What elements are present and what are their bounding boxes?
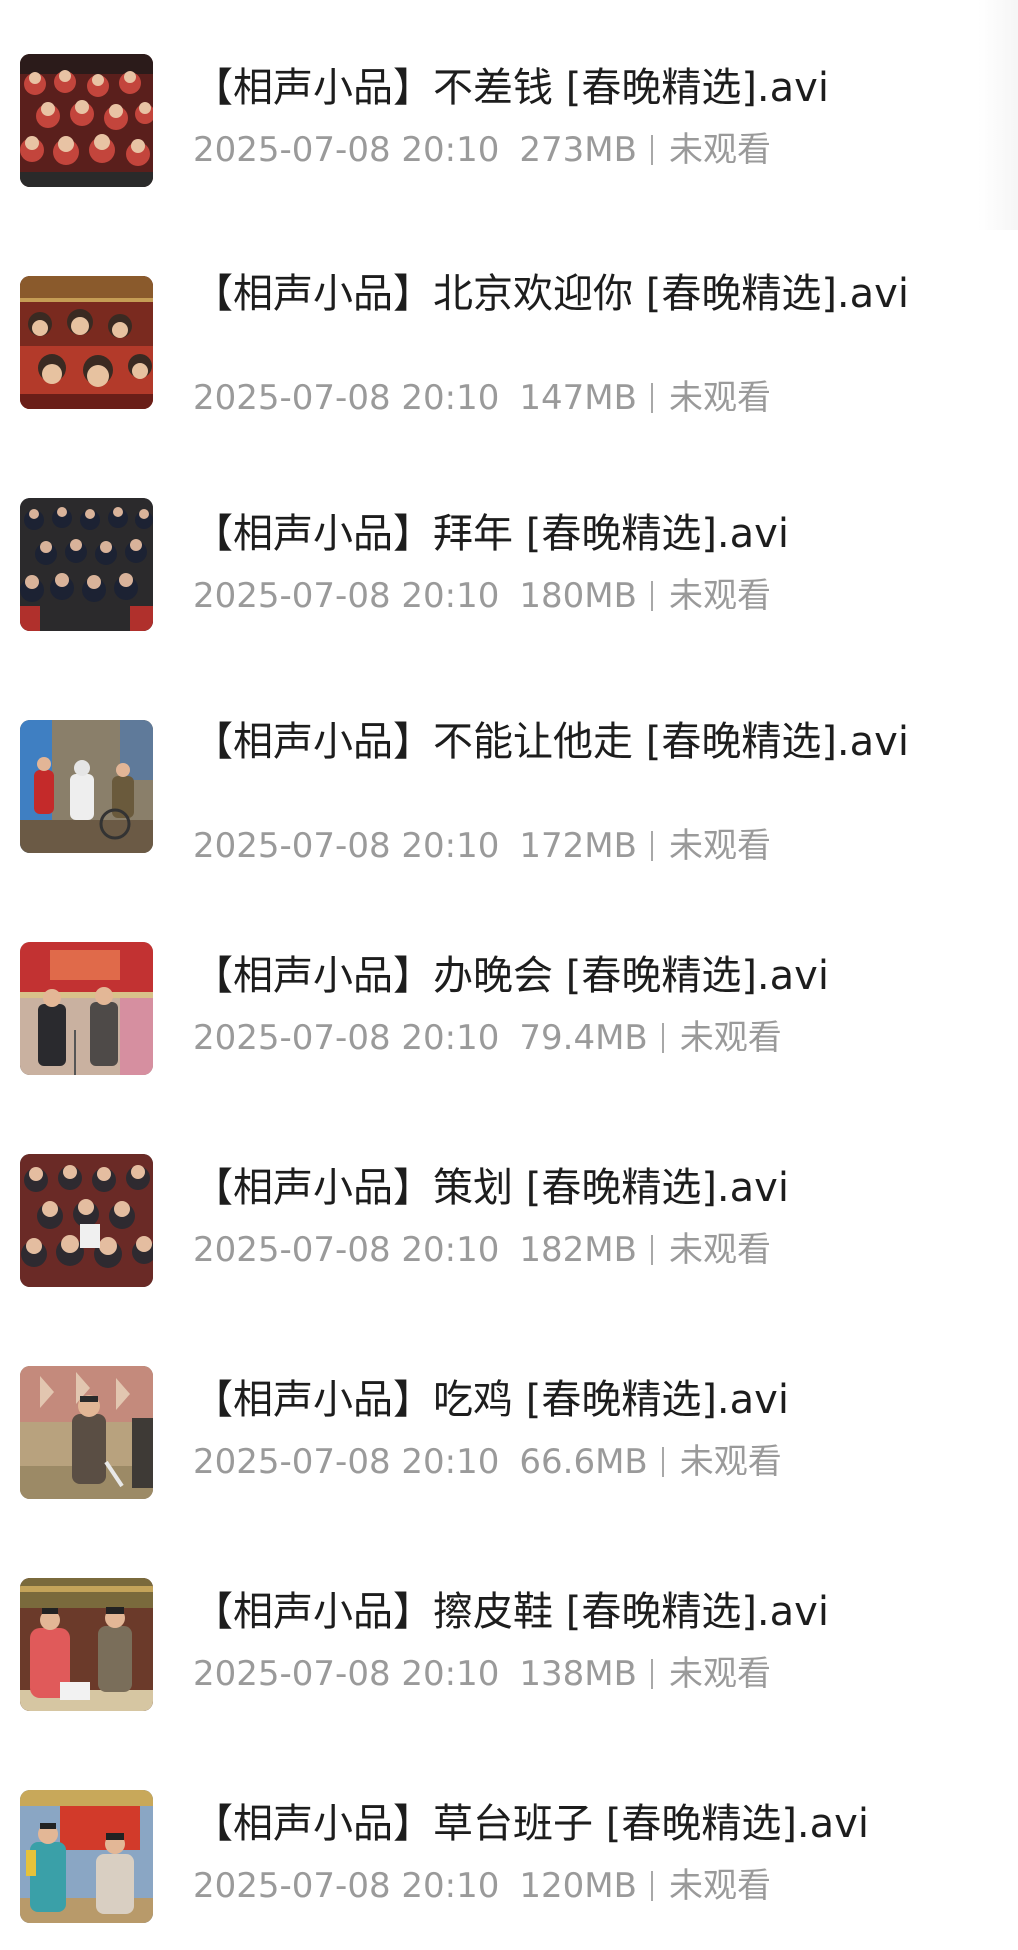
file-size: 172MB — [519, 826, 637, 866]
file-size: 182MB — [519, 1230, 637, 1270]
video-thumbnail-icon — [20, 942, 153, 1075]
file-name: 【相声小品】办晚会 [春晚精选].avi — [193, 953, 829, 999]
video-thumbnail-icon — [20, 1578, 153, 1711]
video-thumbnail-icon — [20, 276, 153, 409]
video-thumbnail-icon — [20, 1366, 153, 1499]
file-size: 120MB — [519, 1866, 637, 1906]
divider — [661, 1447, 664, 1477]
watch-status: 未观看 — [668, 576, 771, 616]
file-name: 【相声小品】草台班子 [春晚精选].avi — [193, 1801, 869, 1847]
file-size: 180MB — [519, 576, 637, 616]
file-meta: 2025-07-08 20:10 273MB 未观看 — [193, 130, 771, 170]
file-name: 【相声小品】北京欢迎你 [春晚精选].avi — [193, 271, 909, 317]
file-date: 2025-07-08 20:10 — [193, 576, 500, 616]
video-thumbnail-icon — [20, 1790, 153, 1923]
file-date: 2025-07-08 20:10 — [193, 826, 500, 866]
divider — [650, 581, 653, 611]
video-thumbnail-icon — [20, 1154, 153, 1287]
file-meta: 2025-07-08 20:10 172MB 未观看 — [193, 826, 771, 866]
watch-status: 未观看 — [668, 130, 771, 170]
divider — [650, 1235, 653, 1265]
video-thumbnail-icon — [20, 720, 153, 853]
file-date: 2025-07-08 20:10 — [193, 378, 500, 418]
watch-status: 未观看 — [668, 826, 771, 866]
divider — [650, 135, 653, 165]
edge-shadow — [978, 0, 1018, 230]
watch-status: 未观看 — [679, 1018, 782, 1058]
watch-status: 未观看 — [668, 378, 771, 418]
file-name: 【相声小品】不差钱 [春晚精选].avi — [193, 65, 829, 111]
file-meta: 2025-07-08 20:10 180MB 未观看 — [193, 576, 771, 616]
divider — [650, 831, 653, 861]
file-date: 2025-07-08 20:10 — [193, 1654, 500, 1694]
file-date: 2025-07-08 20:10 — [193, 1018, 500, 1058]
file-meta: 2025-07-08 20:10 138MB 未观看 — [193, 1654, 771, 1694]
file-meta: 2025-07-08 20:10 66.6MB 未观看 — [193, 1442, 782, 1482]
file-size: 66.6MB — [519, 1442, 648, 1482]
divider — [650, 1871, 653, 1901]
watch-status: 未观看 — [668, 1654, 771, 1694]
file-size: 273MB — [519, 130, 637, 170]
file-date: 2025-07-08 20:10 — [193, 130, 500, 170]
file-name: 【相声小品】擦皮鞋 [春晚精选].avi — [193, 1589, 829, 1635]
file-meta: 2025-07-08 20:10 120MB 未观看 — [193, 1866, 771, 1906]
file-size: 79.4MB — [519, 1018, 648, 1058]
file-meta: 2025-07-08 20:10 147MB 未观看 — [193, 378, 771, 418]
file-date: 2025-07-08 20:10 — [193, 1866, 500, 1906]
divider — [661, 1023, 664, 1053]
video-thumbnail-icon — [20, 498, 153, 631]
watch-status: 未观看 — [679, 1442, 782, 1482]
file-meta: 2025-07-08 20:10 79.4MB 未观看 — [193, 1018, 782, 1058]
video-thumbnail-icon — [20, 54, 153, 187]
file-name: 【相声小品】不能让他走 [春晚精选].avi — [193, 719, 909, 765]
file-name: 【相声小品】拜年 [春晚精选].avi — [193, 511, 789, 557]
file-name: 【相声小品】吃鸡 [春晚精选].avi — [193, 1377, 789, 1423]
divider — [650, 1659, 653, 1689]
watch-status: 未观看 — [668, 1230, 771, 1270]
file-date: 2025-07-08 20:10 — [193, 1442, 500, 1482]
file-meta: 2025-07-08 20:10 182MB 未观看 — [193, 1230, 771, 1270]
divider — [650, 383, 653, 413]
file-name: 【相声小品】策划 [春晚精选].avi — [193, 1165, 789, 1211]
file-date: 2025-07-08 20:10 — [193, 1230, 500, 1270]
watch-status: 未观看 — [668, 1866, 771, 1906]
file-size: 147MB — [519, 378, 637, 418]
file-size: 138MB — [519, 1654, 637, 1694]
